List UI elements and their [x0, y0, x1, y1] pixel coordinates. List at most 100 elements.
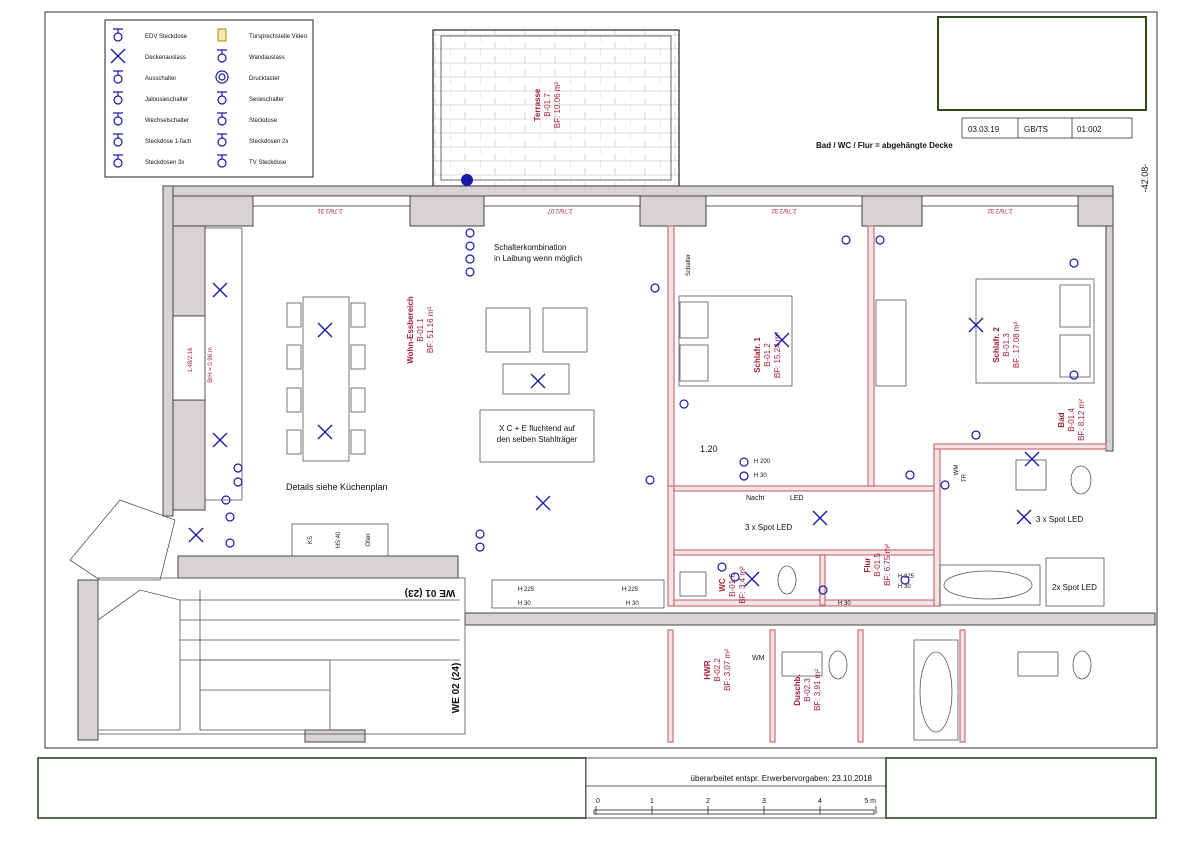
- switch-icon: [645, 475, 655, 485]
- scale-tick-label: 0: [596, 798, 600, 805]
- dimension-1-20: 1.20: [700, 444, 718, 454]
- switch-icon: [465, 241, 475, 251]
- title-block: 03.03.19 GB/TS 01:002 Bad / WC / Flur = …: [816, 16, 1150, 193]
- date-text: 03.03.19: [968, 125, 1000, 134]
- legend-label: Steckdosen 2x: [249, 139, 288, 145]
- svg-text:B-01.1: B-01.1: [416, 318, 425, 342]
- svg-text:Terrasse: Terrasse: [533, 88, 542, 121]
- ceiling-outlet-icon: [1024, 451, 1040, 467]
- scale-tick-label: 2: [706, 798, 710, 805]
- switch-icon: [875, 235, 885, 245]
- height-200: H 200: [754, 459, 771, 465]
- revision-note: überarbeitet entspr. Erwerbervorgaben: 2…: [691, 774, 873, 783]
- unit-label-we02: WE 02 (24): [451, 663, 462, 714]
- tall-cabinet-label: HS 40: [336, 531, 342, 548]
- scale-tick-label: 5 m: [864, 798, 876, 805]
- side-window-dim: 1.48/2.16: [188, 347, 194, 373]
- svg-text:BF: 10.06 m²: BF: 10.06 m²: [553, 82, 562, 129]
- svg-text:B-02.3: B-02.3: [803, 678, 812, 702]
- legend-label: Wechselschalter: [145, 118, 189, 124]
- height-225-b: H 225: [622, 587, 639, 593]
- stairwell: [69, 499, 466, 735]
- legend-label: Jalousieschalter: [145, 97, 188, 103]
- svg-text:B-01.2: B-01.2: [763, 343, 772, 367]
- switch-combo-note-1: Schalterkombination: [494, 243, 566, 252]
- switch-icon: [679, 399, 689, 409]
- unit-label-we01: WE 01 (23): [405, 587, 456, 598]
- room-bath: Bad B-01.4 BF: 8.12 m²: [1057, 399, 1086, 441]
- switch-icon: [971, 430, 981, 440]
- ceiling-outlet-icon: [212, 282, 228, 298]
- ceiling-note: Bad / WC / Flur = abgehängte Decke: [816, 141, 953, 150]
- height-30-e: H 30: [838, 601, 851, 607]
- scale-tick-label: 3: [762, 798, 766, 805]
- svg-text:Schlafr. 1: Schlafr. 1: [753, 337, 762, 373]
- svg-text:BF: 8.12 m²: BF: 8.12 m²: [1077, 399, 1086, 441]
- room-hwr: HWR B-02.2 BF: 3.07 m²: [703, 649, 732, 691]
- switch-icon: [233, 477, 243, 487]
- height-225-a: H 225: [518, 587, 535, 593]
- legend-label: Steckdose 1-fach: [145, 139, 191, 145]
- switch-combo-note-2: in Laibung wenn möglich: [494, 254, 582, 263]
- ceiling-outlet-icon: [317, 424, 333, 440]
- ceiling-outlet-icon: [1016, 509, 1032, 525]
- room-wc: WC B-01.6 BF: 3.4 m²: [718, 566, 747, 604]
- room-living: Wohn-Essbereich B-01.1 BF: 51.16 m²: [406, 296, 435, 364]
- svg-text:B-01.7: B-01.7: [543, 93, 552, 117]
- window-dim-4: 2.76/2.32: [987, 207, 1013, 213]
- kitchen-note: Details siehe Küchenplan: [286, 482, 388, 492]
- legend-label: EDV Steckdose: [145, 34, 188, 40]
- oven-label: Ofen: [366, 533, 372, 546]
- svg-text:BF: 3.07 m²: BF: 3.07 m²: [723, 649, 732, 691]
- switch-icon: [739, 457, 749, 467]
- height-30-c: H 30: [754, 473, 767, 479]
- ceiling-outlet-icon: [535, 495, 551, 511]
- room-shower: Duschb. B-02.3 BF: 3.91 m²: [793, 669, 822, 711]
- switch-icon: [739, 471, 749, 481]
- svg-text:B-01.5: B-01.5: [873, 553, 882, 577]
- terrace-light-icon: [461, 174, 473, 186]
- switch-icon: [475, 529, 485, 539]
- scale-tick-label: 4: [818, 798, 822, 805]
- legend-label: Deckenauslass: [145, 55, 186, 61]
- electrical-fixtures: [188, 174, 1079, 595]
- elevation-marker: -42.08-: [1140, 164, 1150, 193]
- svg-text:BF: 3.91 m²: BF: 3.91 m²: [813, 669, 822, 711]
- switch-icon: [717, 562, 727, 572]
- switch-note: Schalter: [686, 254, 692, 276]
- switch-icon: [1069, 258, 1079, 268]
- led-label: LED: [790, 495, 804, 502]
- window-dim-1: 2.76/2.31: [317, 207, 343, 213]
- svg-text:Duschb.: Duschb.: [793, 674, 802, 706]
- svg-text:HWR: HWR: [703, 660, 712, 679]
- svg-text:B-02.2: B-02.2: [713, 658, 722, 682]
- switch-icon: [225, 538, 235, 548]
- height-30-d: H 30: [898, 584, 911, 590]
- switch-icon: [940, 480, 950, 490]
- legend-label: Ausschalter: [145, 76, 176, 82]
- svg-text:BF: 51.16 m²: BF: 51.16 m²: [426, 307, 435, 354]
- switch-icon: [841, 235, 851, 245]
- height-30-b: H 30: [626, 601, 639, 607]
- window-dim-3: 2.76/2.32: [771, 207, 797, 213]
- svg-text:B-01.4: B-01.4: [1067, 408, 1076, 432]
- dryer-label: TR: [962, 473, 968, 482]
- ceiling-outlet-icon: [530, 373, 546, 389]
- sill-height: BrH = 0.96 m: [208, 347, 214, 383]
- room-bedroom-1: Schlafr. 1 B-01.2 BF: 15.24 m²: [753, 332, 782, 379]
- svg-text:B-01.3: B-01.3: [1002, 333, 1011, 357]
- svg-text:Flur: Flur: [863, 557, 872, 572]
- switch-icon: [475, 542, 485, 552]
- svg-text:Wohn-Essbereich: Wohn-Essbereich: [406, 296, 415, 364]
- svg-text:B-01.6: B-01.6: [728, 573, 737, 597]
- legend-label: Steckdosen 3x: [145, 160, 184, 166]
- washer-label: WM: [752, 655, 765, 662]
- room-bedroom-2: Schlafr. 2 B-01.3 BF: 17.08 m²: [992, 322, 1021, 369]
- window-dim-2: 2.76/2.07: [547, 207, 573, 213]
- legend-label: Steckdose: [249, 118, 278, 124]
- sheet-number: 01:002: [1077, 125, 1102, 134]
- legend-label: Drucktaster: [249, 76, 280, 82]
- legend-label: TV Steckdose: [249, 160, 287, 166]
- switch-icon: [225, 512, 235, 522]
- night-light-label: Nacht: [746, 495, 764, 502]
